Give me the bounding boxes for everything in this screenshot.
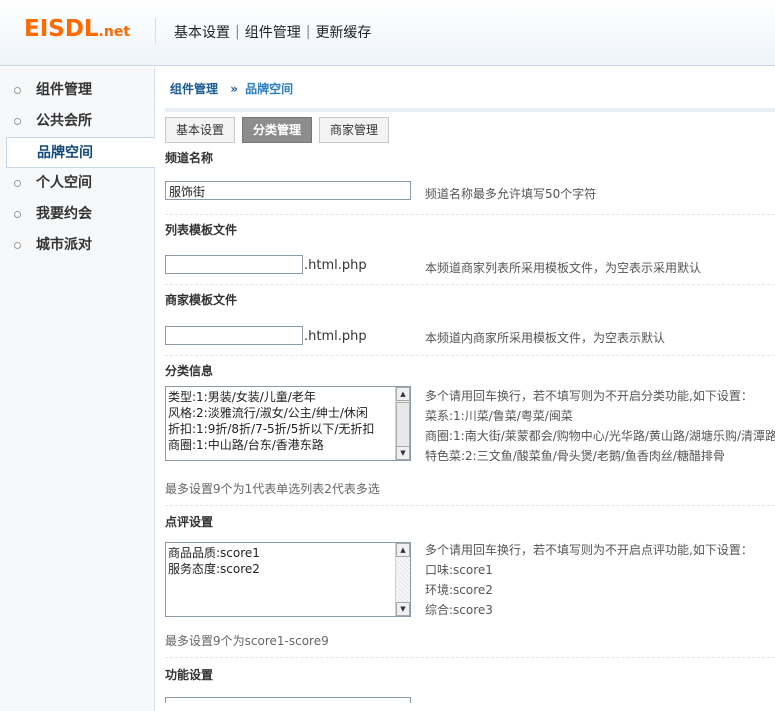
function-settings-input-edge[interactable] [165,697,411,703]
sidebar-item-brand-space[interactable]: 品牌空间 [6,137,155,168]
review-settings-row: 点评设置 商品品质:score1 服务态度:score2 ▲ ▼ 多个请用回车换… [165,506,775,658]
scroll-thumb[interactable] [396,402,410,447]
sidebar-item-dating[interactable]: 我要约会 [0,199,154,230]
review-settings-hint: 多个请用回车换行，若不填写则为不开启点评功能,如下设置： 口味:score1 环… [425,540,775,620]
bullet-icon [14,87,21,94]
review-settings-line: 商品品质:score1 [168,546,260,560]
channel-name-label: 频道名称 [165,151,214,165]
shop-template-hint: 本频道内商家所采用模板文件，为空表示默认 [425,331,666,345]
channel-name-row: 频道名称 服饰街 频道名称最多允许填写50个字符 [165,145,775,215]
category-info-hint-line: 多个请用回车换行，若不填写则为不开启分类功能,如下设置： [425,389,753,403]
tab-category-management[interactable]: 分类管理 [242,117,313,143]
list-template-hint: 本频道商家列表所采用模板文件，为空表示采用默认 [425,261,702,275]
top-nav: 基本设置 | 组件管理 | 更新缓存 [174,22,371,42]
category-info-scrollbar[interactable]: ▲ ▼ [395,387,410,460]
scroll-down-arrow-icon[interactable]: ▼ [396,602,410,616]
sidebar-item-label: 我要约会 [36,206,92,222]
sidebar-item-city-party[interactable]: 城市派对 [0,230,154,261]
logo-divider [155,18,156,44]
category-info-hint-line: 商圈:1:南大街/莱蒙都会/购物中心/光华路/黄山路/湖塘乐购/清潭路 [425,429,775,443]
sidebar: 组件管理 公共会所 品牌空间 个人空间 我要约会 城市派对 [0,67,155,711]
function-settings-label: 功能设置 [165,668,214,682]
breadcrumb-root[interactable]: 组件管理 [170,82,218,96]
shop-template-label: 商家模板文件 [165,293,238,307]
bullet-icon [14,180,21,187]
review-settings-hint-line: 多个请用回车换行，若不填写则为不开启点评功能,如下设置： [425,543,753,557]
scroll-down-arrow-icon[interactable]: ▼ [396,446,410,460]
category-info-hint-line: 菜系:1:川菜/鲁菜/粤菜/闽菜 [425,409,573,423]
category-info-textarea[interactable]: 类型:1:男装/女装/儿童/老年 风格:2:淡雅流行/淑女/公主/绅士/休闲 折… [165,386,411,461]
shop-template-input[interactable] [165,326,303,345]
top-nav-basic-settings[interactable]: 基本设置 [174,22,230,42]
channel-name-input[interactable]: 服饰街 [165,181,411,200]
review-settings-scrollbar[interactable]: ▲ ▼ [395,543,410,616]
list-template-suffix: .html.php [304,258,367,273]
bullet-icon [14,118,21,125]
scroll-up-arrow-icon[interactable]: ▲ [396,387,410,401]
sidebar-item-label: 公共会所 [36,113,92,129]
shop-template-suffix: .html.php [304,329,367,344]
scroll-up-arrow-icon[interactable]: ▲ [396,543,410,557]
category-info-note: 最多设置9个为1代表单选列表2代表多选 [165,482,380,496]
list-template-label: 列表模板文件 [165,223,238,237]
review-settings-textarea[interactable]: 商品品质:score1 服务态度:score2 ▲ ▼ [165,542,411,617]
sidebar-item-label: 品牌空间 [37,145,93,161]
top-nav-update-cache[interactable]: 更新缓存 [315,22,371,42]
breadcrumb-arrow-icon: » [230,82,238,96]
review-settings-hint-line: 环境:score2 [425,583,493,597]
bullet-icon [14,242,21,249]
sidebar-item-component-management[interactable]: 组件管理 [0,75,154,106]
review-settings-text: 商品品质:score1 服务态度:score2 [168,545,394,577]
tab-bar: 基本设置 分类管理 商家管理 [165,117,775,145]
nav-separator: | [305,24,311,40]
list-template-row: 列表模板文件 .html.php 本频道商家列表所采用模板文件，为空表示采用默认 [165,215,775,285]
sidebar-item-label: 个人空间 [36,175,92,191]
site-logo[interactable]: EISDL.net [24,16,130,42]
category-info-label: 分类信息 [165,364,214,378]
logo-suffix-text: .net [98,24,131,40]
sidebar-item-label: 组件管理 [36,82,92,98]
breadcrumb: 组件管理 » 品牌空间 [165,67,775,112]
list-template-input[interactable] [165,255,303,274]
category-info-hint: 多个请用回车换行，若不填写则为不开启分类功能,如下设置： 菜系:1:川菜/鲁菜/… [425,386,775,466]
tab-basic-settings[interactable]: 基本设置 [165,117,236,143]
review-settings-hint-line: 综合:score3 [425,603,493,617]
tab-merchant-management[interactable]: 商家管理 [319,117,390,143]
category-info-hint-line: 特色菜:2:三文鱼/酸菜鱼/骨头煲/老鹅/鱼香肉丝/糖醋排骨 [425,449,725,463]
category-info-line: 商圈:1:中山路/台东/香港东路 [168,438,324,452]
function-settings-row: 功能设置 [165,658,775,703]
review-settings-note: 最多设置9个为score1-score9 [165,634,329,648]
shop-template-row: 商家模板文件 .html.php 本频道内商家所采用模板文件，为空表示默认 [165,285,775,356]
bullet-icon [14,211,21,218]
category-info-text: 类型:1:男装/女装/儿童/老年 风格:2:淡雅流行/淑女/公主/绅士/休闲 折… [168,389,394,453]
category-info-row: 分类信息 类型:1:男装/女装/儿童/老年 风格:2:淡雅流行/淑女/公主/绅士… [165,356,775,506]
sidebar-item-public-club[interactable]: 公共会所 [0,106,154,137]
category-info-line: 类型:1:男装/女装/儿童/老年 [168,390,316,404]
channel-name-hint: 频道名称最多允许填写50个字符 [425,187,597,201]
nav-separator: | [235,24,240,40]
main-content: 组件管理 » 品牌空间 基本设置 分类管理 商家管理 频道名称 服饰街 频道名称… [165,67,775,703]
logo-main-text: EISDL [24,16,99,42]
category-info-line: 折扣:1:9折/8折/7-5折/5折以下/无折扣 [168,422,375,436]
review-settings-line: 服务态度:score2 [168,562,260,576]
top-nav-component-management[interactable]: 组件管理 [245,22,301,42]
review-settings-hint-line: 口味:score1 [425,563,493,577]
sidebar-item-personal-space[interactable]: 个人空间 [0,168,154,199]
breadcrumb-current: 品牌空间 [245,82,294,96]
top-header: EISDL.net 基本设置 | 组件管理 | 更新缓存 [0,0,775,66]
category-info-line: 风格:2:淡雅流行/淑女/公主/绅士/休闲 [168,406,368,420]
review-settings-label: 点评设置 [165,515,214,529]
sidebar-item-label: 城市派对 [36,237,92,253]
